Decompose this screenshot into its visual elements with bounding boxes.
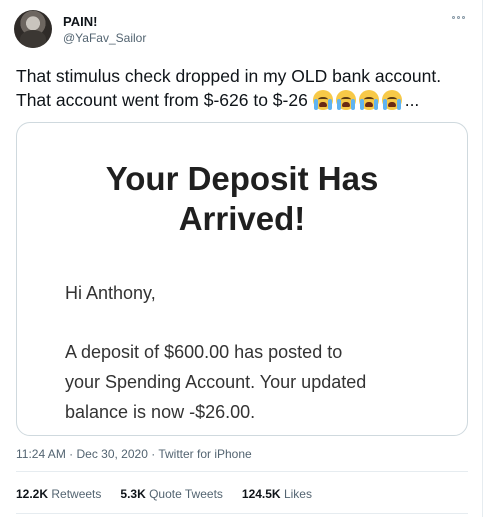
tweet-meta: 11:24 AM · Dec 30, 2020 · Twitter for iP…	[16, 447, 252, 461]
tweet-text-ellipsis: ...	[404, 90, 420, 110]
embedded-image-card[interactable]: Your Deposit Has Arrived! Hi Anthony, A …	[16, 122, 468, 436]
more-options-icon[interactable]	[448, 10, 468, 24]
loudly-crying-face-icon	[312, 90, 333, 110]
retweets-count: 12.2K	[16, 487, 49, 501]
quote-tweets-stat[interactable]: 5.3K Quote Tweets	[120, 487, 223, 501]
tweet-source[interactable]: Twitter for iPhone	[158, 447, 251, 461]
card-title: Your Deposit Has Arrived!	[17, 159, 467, 239]
divider	[16, 513, 468, 514]
quote-tweets-label: Quote Tweets	[145, 487, 223, 501]
card-body-line-3: balance is now -$26.00.	[65, 402, 256, 422]
tweet-text-line-2: That account went from $-626 to $-26 ...	[16, 88, 476, 112]
likes-count: 124.5K	[241, 487, 281, 501]
card-title-line-2: Arrived!	[178, 200, 306, 237]
card-greeting: Hi Anthony,	[65, 283, 156, 303]
avatar[interactable]	[14, 10, 52, 48]
tweet-text-line-2-text: That account went from $-626 to $-26	[16, 90, 308, 110]
likes-stat[interactable]: 124.5K Likes	[242, 487, 312, 501]
meta-separator: ·	[147, 447, 159, 461]
meta-separator: ·	[65, 447, 77, 461]
likes-label: Likes	[280, 487, 312, 501]
tweet-date[interactable]: Dec 30, 2020	[76, 447, 147, 461]
retweets-stat[interactable]: 12.2K Retweets	[16, 487, 101, 501]
quote-tweets-count: 5.3K	[120, 487, 146, 501]
card-title-line-1: Your Deposit Has	[105, 160, 379, 197]
divider	[16, 471, 468, 472]
tweet-stats: 12.2K Retweets 5.3K Quote Tweets 124.5K …	[16, 487, 312, 501]
card-body: A deposit of $600.00 has posted to your …	[65, 337, 455, 427]
tweet: PAIN! @YaFav_Sailor That stimulus check …	[0, 0, 483, 517]
card-body-line-1: A deposit of $600.00 has posted to	[65, 342, 343, 362]
author-name[interactable]: PAIN!	[63, 14, 97, 29]
loudly-crying-face-icon	[335, 90, 356, 110]
loudly-crying-face-icon	[381, 90, 402, 110]
author-handle[interactable]: @YaFav_Sailor	[63, 31, 146, 45]
tweet-time[interactable]: 11:24 AM	[16, 447, 66, 461]
loudly-crying-face-icon	[358, 90, 379, 110]
retweets-label: Retweets	[48, 487, 102, 501]
tweet-text-line-1: That stimulus check dropped in my OLD ba…	[16, 66, 442, 86]
tweet-text: That stimulus check dropped in my OLD ba…	[16, 64, 476, 112]
card-body-line-2: your Spending Account. Your updated	[65, 372, 367, 392]
